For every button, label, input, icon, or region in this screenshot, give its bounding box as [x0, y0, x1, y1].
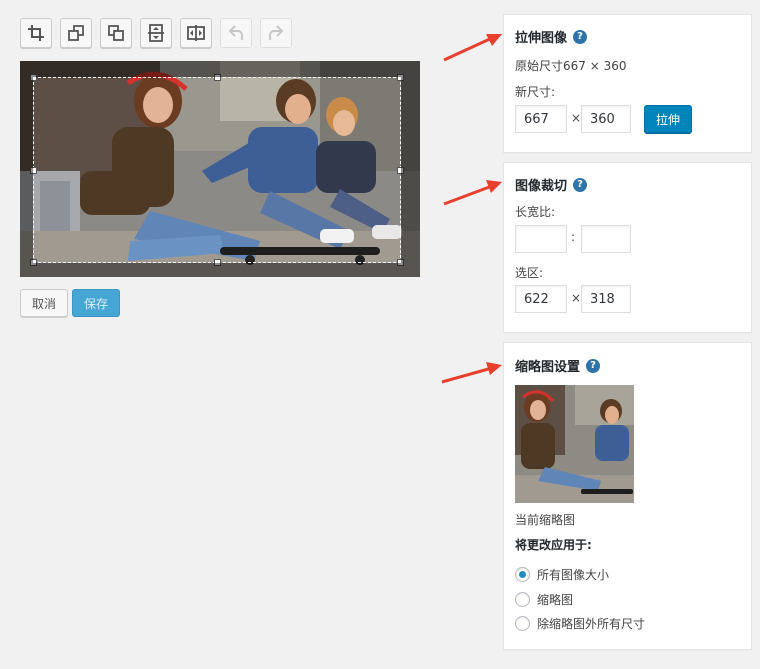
- thumbnail-panel-title: 缩略图设置 ?: [515, 356, 601, 375]
- apply-changes-label: 将更改应用于:: [515, 538, 592, 552]
- crop-selection[interactable]: [30, 74, 404, 266]
- selection-height-input[interactable]: [581, 285, 631, 313]
- crop-shade-left: [20, 77, 33, 263]
- crop-button[interactable]: [20, 18, 52, 48]
- cancel-button[interactable]: 取消: [20, 289, 68, 317]
- image-edit-toolbar: [20, 18, 292, 48]
- rotate-left-button[interactable]: [60, 18, 92, 48]
- scale-panel-title: 拉伸图像 ?: [515, 27, 588, 46]
- help-icon[interactable]: ?: [573, 177, 588, 192]
- thumbnail-title-text: 缩略图设置: [515, 360, 581, 375]
- annotation-arrow-crop: [443, 180, 502, 206]
- current-thumbnail-label: 当前缩略图: [515, 513, 576, 527]
- undo-button[interactable]: [220, 18, 252, 48]
- current-thumbnail-image: [515, 385, 634, 503]
- apply-option-all-sizes[interactable]: 所有图像大小: [515, 566, 609, 583]
- thumbnail-photo: [515, 385, 634, 503]
- rotate-left-icon: [68, 25, 84, 41]
- aspect-width-input[interactable]: [515, 225, 567, 253]
- thumbnail-settings-panel: 缩略图设置 ? 当前缩略图 将更改应用于: 所有图像大小 缩略图 除缩略图外所有…: [503, 342, 752, 650]
- help-icon[interactable]: ?: [573, 29, 588, 44]
- crop-shade-bottom: [20, 263, 420, 277]
- annotation-arrow-scale: [443, 34, 502, 62]
- scale-title-text: 拉伸图像: [515, 31, 568, 46]
- rotate-right-icon: [108, 25, 124, 41]
- original-size-text: 原始尺寸667 × 360: [515, 59, 627, 73]
- save-button[interactable]: 保存: [72, 289, 120, 317]
- annotation-arrow-thumbnail: [441, 362, 502, 384]
- help-icon[interactable]: ?: [586, 358, 601, 373]
- undo-icon: [228, 25, 243, 40]
- times-sign: ×: [571, 291, 582, 305]
- option-label: 所有图像大小: [537, 568, 610, 582]
- apply-option-all-except-thumbnail[interactable]: 除缩略图外所有尺寸: [515, 615, 645, 632]
- radio-button[interactable]: [515, 592, 530, 607]
- flip-horizontal-icon: [187, 25, 205, 41]
- crop-icon: [28, 25, 44, 41]
- radio-button[interactable]: [515, 616, 530, 631]
- selection-label: 选区:: [515, 266, 544, 280]
- scale-button[interactable]: 拉伸: [644, 105, 692, 133]
- scale-width-input[interactable]: [515, 105, 567, 133]
- crop-title-text: 图像裁切: [515, 179, 568, 194]
- option-label: 除缩略图外所有尺寸: [537, 617, 646, 631]
- redo-icon: [269, 25, 284, 40]
- colon-sign: :: [571, 230, 576, 244]
- aspect-ratio-label: 长宽比:: [515, 205, 556, 219]
- crop-shade-top: [20, 61, 420, 77]
- crop-panel-title: 图像裁切 ?: [515, 175, 588, 194]
- editable-image[interactable]: [20, 61, 420, 277]
- new-size-label: 新尺寸:: [515, 85, 556, 99]
- option-label: 缩略图: [537, 593, 574, 607]
- flip-vertical-button[interactable]: [140, 18, 172, 48]
- crop-image-panel: 图像裁切 ? 长宽比: : 选区: ×: [503, 162, 752, 333]
- flip-vertical-icon: [148, 24, 164, 42]
- times-sign: ×: [571, 111, 582, 125]
- apply-option-thumbnail[interactable]: 缩略图: [515, 591, 573, 608]
- selection-width-input[interactable]: [515, 285, 567, 313]
- radio-button-checked[interactable]: [515, 567, 530, 582]
- rotate-right-button[interactable]: [100, 18, 132, 48]
- aspect-height-input[interactable]: [581, 225, 631, 253]
- redo-button[interactable]: [260, 18, 292, 48]
- scale-image-panel: 拉伸图像 ? 原始尺寸667 × 360 新尺寸: × 拉伸: [503, 14, 752, 153]
- crop-shade-right: [401, 77, 420, 263]
- flip-horizontal-button[interactable]: [180, 18, 212, 48]
- scale-height-input[interactable]: [581, 105, 631, 133]
